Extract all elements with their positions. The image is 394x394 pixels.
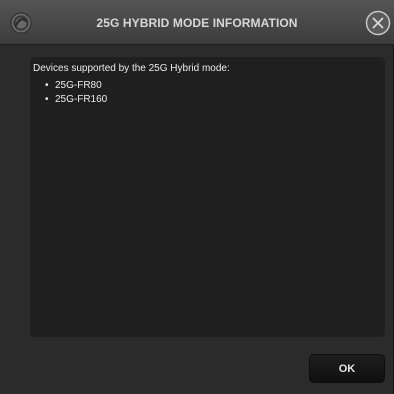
- intro-text: Devices supported by the 25G Hybrid mode…: [33, 63, 230, 74]
- device-name: 25G-FR80: [55, 80, 102, 91]
- bullet-icon: •: [45, 80, 49, 91]
- list-item: • 25G-FR80: [45, 79, 107, 93]
- title-bar: 25G HYBRID MODE INFORMATION: [0, 0, 394, 45]
- dialog-title: 25G HYBRID MODE INFORMATION: [96, 16, 298, 30]
- bullet-icon: •: [45, 94, 49, 105]
- app-logo-icon: [10, 12, 32, 34]
- content-panel: Devices supported by the 25G Hybrid mode…: [30, 57, 385, 337]
- device-list: • 25G-FR80 • 25G-FR160: [45, 79, 107, 107]
- info-dialog: 25G HYBRID MODE INFORMATION Devices supp…: [0, 0, 394, 394]
- list-item: • 25G-FR160: [45, 93, 107, 107]
- ok-button[interactable]: OK: [309, 354, 385, 383]
- close-icon[interactable]: [365, 10, 391, 36]
- device-name: 25G-FR160: [55, 94, 108, 105]
